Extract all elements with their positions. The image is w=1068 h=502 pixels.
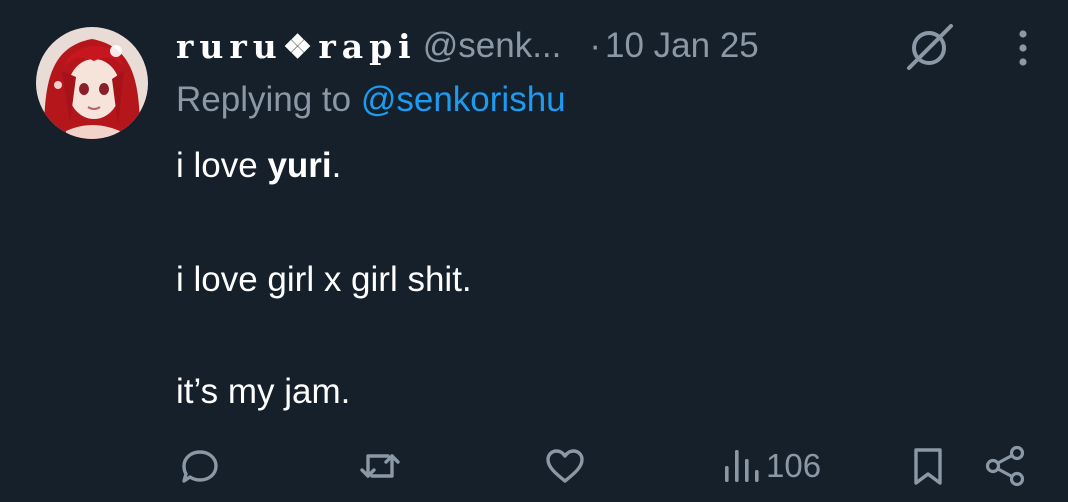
separator-dot: · (589, 26, 602, 65)
views-count: 106 (766, 447, 822, 484)
retweet-icon (360, 454, 400, 478)
bookmark-button[interactable] (906, 444, 950, 488)
share-icon (985, 445, 1025, 487)
more-icon[interactable] (1005, 24, 1041, 68)
like-icon (546, 449, 584, 483)
avatar-image (36, 27, 148, 139)
post-date[interactable]: 10 Jan 25 (605, 26, 759, 66)
reply-button[interactable] (178, 444, 222, 488)
display-name[interactable]: ruru❖rapi (176, 27, 417, 66)
share-button[interactable] (984, 444, 1028, 488)
tweet-text-line-2: i love girl x girl shit. (176, 260, 472, 299)
views-icon (725, 450, 759, 482)
tweet-text-line-3: it’s my jam. (176, 372, 351, 411)
replying-to: Replying to @senkorishu (176, 80, 566, 120)
text-segment: i love (176, 146, 268, 185)
bold-text: yuri (267, 146, 332, 185)
reply-icon (182, 450, 218, 483)
post-header: ruru❖rapi @senk... · 10 Jan 25 (176, 22, 759, 70)
tweet-text-line-1: i love yuri. (176, 146, 341, 186)
retweet-button[interactable] (358, 444, 402, 488)
views-button[interactable]: 106 (720, 444, 821, 488)
grok-icon[interactable] (903, 20, 955, 72)
reply-handle-link[interactable]: @senkorishu (361, 80, 566, 119)
text-segment: . (331, 146, 342, 185)
reply-prefix: Replying to (176, 80, 352, 119)
like-button[interactable] (543, 444, 587, 488)
bookmark-icon (914, 448, 942, 485)
avatar[interactable] (36, 27, 148, 139)
user-handle[interactable]: @senk... (423, 26, 562, 66)
